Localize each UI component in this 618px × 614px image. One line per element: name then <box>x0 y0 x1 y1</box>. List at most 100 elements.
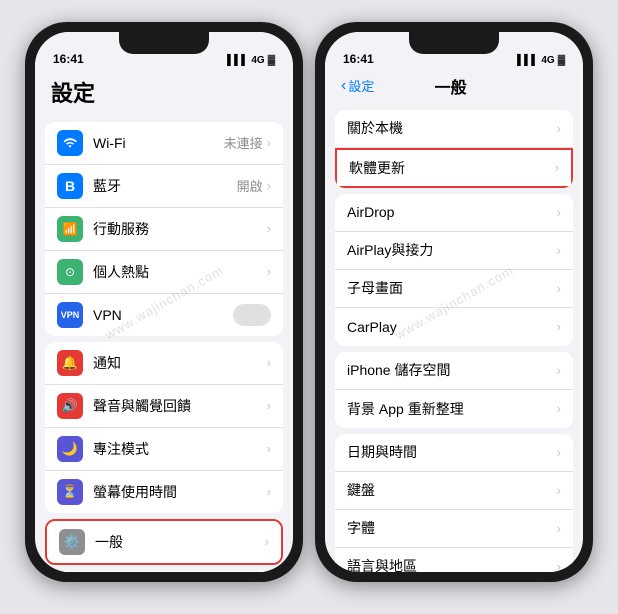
airdrop-chevron: › <box>557 205 561 220</box>
network-type: 4G <box>251 55 264 66</box>
mobile-row[interactable]: 📶 行動服務 › <box>45 208 283 251</box>
screentime-icon: ⏳ <box>57 479 83 505</box>
software-update-chevron: › <box>555 160 559 175</box>
about-update-group: 關於本機 › 軟體更新 › <box>335 110 573 188</box>
signal-right: ▌▌▌ <box>517 55 538 66</box>
nav-back-bar: ‹ 設定 一般 <box>325 70 583 104</box>
bt-icon: B <box>57 173 83 199</box>
hotspot-chevron: › <box>267 264 271 279</box>
network-right: 4G <box>541 55 554 66</box>
hotspot-row[interactable]: ⊙ 個人熱點 › <box>45 251 283 294</box>
focus-label: 專注模式 <box>93 439 267 459</box>
font-chevron: › <box>557 521 561 536</box>
font-row[interactable]: 字體 › <box>335 510 573 548</box>
status-icons-right: ▌▌▌ 4G ▓ <box>517 55 565 66</box>
screentime-label: 螢幕使用時間 <box>93 482 267 502</box>
notch <box>119 32 209 54</box>
carplay-label: CarPlay <box>347 319 557 335</box>
bt-chevron: › <box>267 178 271 193</box>
notify-label: 通知 <box>93 353 267 373</box>
datetime-label: 日期與時間 <box>347 442 557 462</box>
sound-chevron: › <box>267 398 271 413</box>
mobile-label: 行動服務 <box>93 219 267 239</box>
vpn-label: VPN <box>93 307 233 323</box>
back-label: 設定 <box>348 76 374 95</box>
keyboard-row[interactable]: 鍵盤 › <box>335 472 573 510</box>
wifi-row[interactable]: Wi-Fi 未連接 › <box>45 122 283 165</box>
wifi-value: 未連接 <box>224 133 263 152</box>
carplay-row[interactable]: CarPlay › <box>335 308 573 346</box>
vpn-row[interactable]: VPN VPN <box>45 294 283 336</box>
focus-row[interactable]: 🌙 專注模式 › <box>45 428 283 471</box>
sound-row[interactable]: 🔊 聲音與觸覺回饋 › <box>45 385 283 428</box>
right-phone: 16:41 ▌▌▌ 4G ▓ ‹ 設定 一般 關於本機 › <box>315 22 593 582</box>
left-phone: 16:41 ▌▌▌ 4G ▓ 設定 Wi-Fi 未連接 › <box>25 22 303 582</box>
datetime-row[interactable]: 日期與時間 › <box>335 434 573 472</box>
hotspot-label: 個人熱點 <box>93 262 267 282</box>
carplay-chevron: › <box>557 319 561 334</box>
keyboard-label: 鍵盤 <box>347 480 557 500</box>
settings-list-left: Wi-Fi 未連接 › B 藍牙 開啟 › 📶 行動服務 › ⊙ 個人 <box>35 116 293 572</box>
bt-value: 開啟 <box>237 176 263 195</box>
language-row[interactable]: 語言與地區 › <box>335 548 573 572</box>
software-update-label: 軟體更新 <box>349 158 555 178</box>
wifi-label: Wi-Fi <box>93 135 224 151</box>
right-screen: 16:41 ▌▌▌ 4G ▓ ‹ 設定 一般 關於本機 › <box>325 32 583 572</box>
pip-label: 子母畫面 <box>347 278 557 298</box>
screentime-chevron: › <box>267 484 271 499</box>
general-section-highlighted: ⚙️ 一般 › <box>45 519 283 565</box>
screentime-row[interactable]: ⏳ 螢幕使用時間 › <box>45 471 283 513</box>
airdrop-group: AirDrop › AirPlay與接力 › 子母畫面 › CarPlay › <box>335 194 573 346</box>
about-chevron: › <box>557 121 561 136</box>
language-label: 語言與地區 <box>347 556 557 572</box>
back-chevron-icon: ‹ <box>341 77 346 95</box>
bg-refresh-row[interactable]: 背景 App 重新整理 › <box>335 390 573 428</box>
datetime-group: 日期與時間 › 鍵盤 › 字體 › 語言與地區 › 辭典 › <box>335 434 573 572</box>
page-title-left: 設定 <box>51 81 95 106</box>
nav-title-right: 一般 <box>374 74 527 98</box>
storage-group: iPhone 儲存空間 › 背景 App 重新整理 › <box>335 352 573 428</box>
mobile-chevron: › <box>267 221 271 236</box>
back-button[interactable]: ‹ 設定 <box>341 76 374 95</box>
bt-label: 藍牙 <box>93 176 237 196</box>
hotspot-icon: ⊙ <box>57 259 83 285</box>
page-title-right: 一般 <box>435 80 467 97</box>
pip-chevron: › <box>557 281 561 296</box>
network-section: Wi-Fi 未連接 › B 藍牙 開啟 › 📶 行動服務 › ⊙ 個人 <box>45 122 283 336</box>
focus-icon: 🌙 <box>57 436 83 462</box>
airplay-chevron: › <box>557 243 561 258</box>
bg-refresh-chevron: › <box>557 401 561 416</box>
general-row[interactable]: ⚙️ 一般 › <box>47 521 281 563</box>
iphone-storage-chevron: › <box>557 363 561 378</box>
notifications-section: 🔔 通知 › 🔊 聲音與觸覺回饋 › 🌙 專注模式 › ⏳ 螢幕使用時間 <box>45 342 283 513</box>
general-settings-list: 關於本機 › 軟體更新 › AirDrop › AirPlay與接力 › <box>325 104 583 572</box>
airplay-row[interactable]: AirPlay與接力 › <box>335 232 573 270</box>
general-chevron: › <box>265 534 269 549</box>
pip-row[interactable]: 子母畫面 › <box>335 270 573 308</box>
battery-right: ▓ <box>558 55 565 66</box>
about-label: 關於本機 <box>347 118 557 138</box>
datetime-chevron: › <box>557 445 561 460</box>
wifi-icon <box>57 130 83 156</box>
left-screen: 16:41 ▌▌▌ 4G ▓ 設定 Wi-Fi 未連接 › <box>35 32 293 572</box>
general-icon: ⚙️ <box>59 529 85 555</box>
signal-icon: ▌▌▌ <box>227 55 248 66</box>
notch-right <box>409 32 499 54</box>
airdrop-row[interactable]: AirDrop › <box>335 194 573 232</box>
bluetooth-row[interactable]: B 藍牙 開啟 › <box>45 165 283 208</box>
language-chevron: › <box>557 559 561 572</box>
iphone-storage-row[interactable]: iPhone 儲存空間 › <box>335 352 573 390</box>
display-section: ▦ 控制中心 › ☀️ 螢幕顯示與亮度 › ⊞ 主畫面 › ♿ 輔助使用 <box>45 571 283 572</box>
about-row[interactable]: 關於本機 › <box>335 110 573 148</box>
notify-row[interactable]: 🔔 通知 › <box>45 342 283 385</box>
nav-title-left: 設定 <box>35 70 293 116</box>
software-update-row[interactable]: 軟體更新 › <box>335 148 573 188</box>
font-label: 字體 <box>347 518 557 538</box>
vpn-toggle[interactable] <box>233 304 271 326</box>
airdrop-label: AirDrop <box>347 204 557 220</box>
time-right: 16:41 <box>343 52 374 66</box>
wifi-chevron: › <box>267 135 271 150</box>
control-row[interactable]: ▦ 控制中心 › <box>45 571 283 572</box>
sound-icon: 🔊 <box>57 393 83 419</box>
general-label: 一般 <box>95 532 265 552</box>
